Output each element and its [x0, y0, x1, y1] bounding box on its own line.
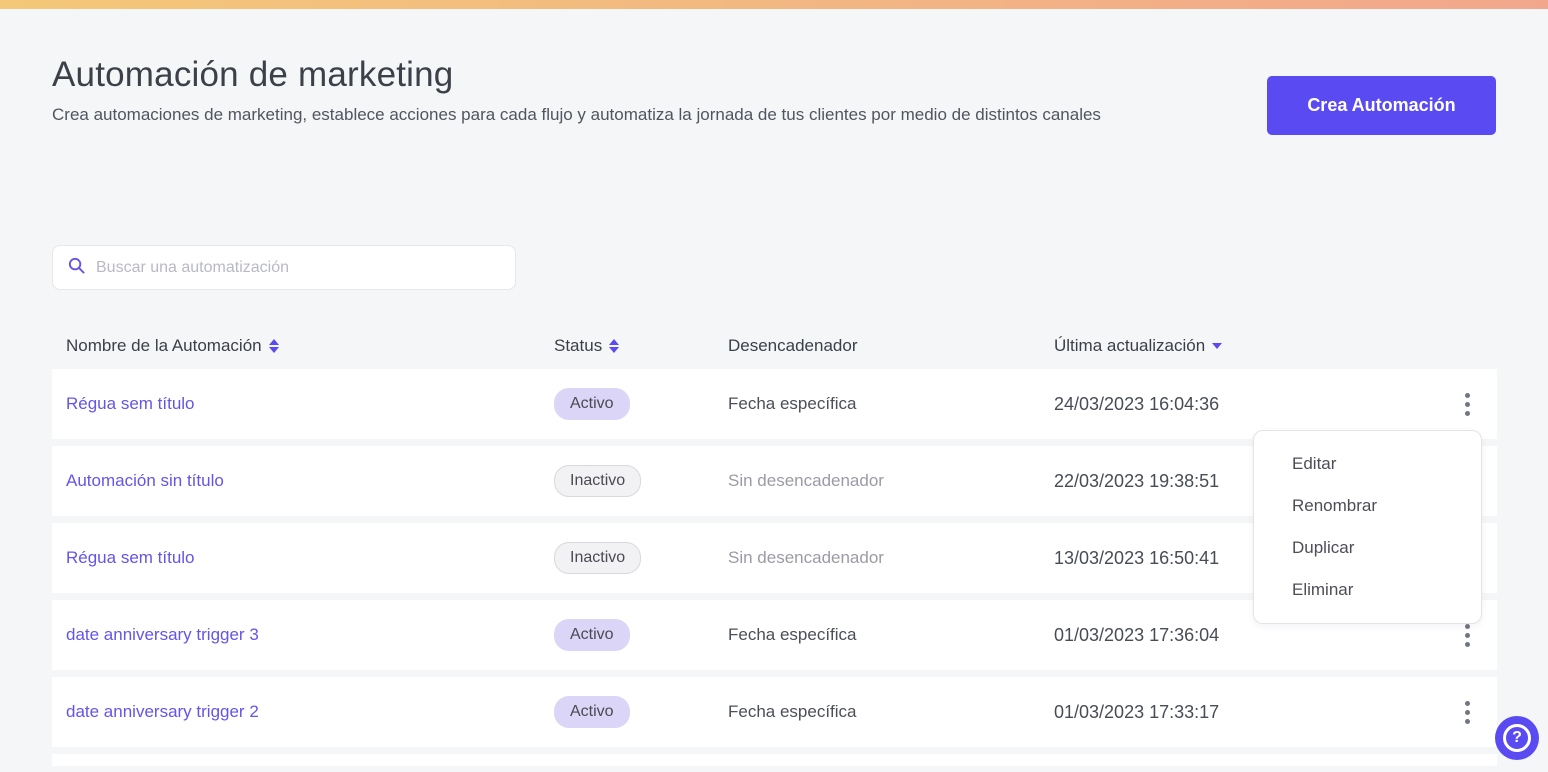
- marketing-automation-page: Automación de marketing Crea automacione…: [0, 0, 1548, 772]
- sort-both-icon: [609, 339, 620, 353]
- menu-item-rename[interactable]: Renombrar: [1254, 485, 1481, 527]
- table-row: Régua sem título Activo Fecha específica…: [52, 369, 1497, 439]
- menu-item-duplicate[interactable]: Duplicar: [1254, 527, 1481, 569]
- automation-name-link[interactable]: Régua sem título: [66, 548, 195, 567]
- question-mark-icon: ?: [1503, 724, 1531, 752]
- trigger-label: Sin desencadenador: [728, 548, 884, 567]
- automation-name-link[interactable]: Régua sem título: [66, 394, 195, 413]
- search-icon: [67, 256, 86, 280]
- column-header-status-label: Status: [554, 336, 603, 355]
- page-subtitle: Crea automaciones de marketing, establec…: [52, 105, 1101, 124]
- top-gradient-bar: [0, 0, 1548, 9]
- column-header-trigger[interactable]: Desencadenador: [728, 336, 1054, 356]
- kebab-menu-icon[interactable]: [1461, 697, 1474, 728]
- column-header-status[interactable]: Status: [554, 336, 728, 356]
- updated-timestamp: 22/03/2023 19:38:51: [1054, 470, 1220, 491]
- sort-desc-icon: [1212, 343, 1223, 349]
- trigger-label: Fecha específica: [728, 625, 857, 644]
- page-header: Automación de marketing Crea automacione…: [52, 55, 1496, 135]
- search-box[interactable]: [52, 245, 516, 290]
- automation-name-link[interactable]: date anniversary trigger 3: [66, 625, 259, 644]
- kebab-menu-icon[interactable]: [1461, 389, 1474, 420]
- search-input[interactable]: [96, 258, 501, 277]
- trigger-label: Sin desencadenador: [728, 471, 884, 490]
- column-header-name[interactable]: Nombre de la Automación: [52, 336, 554, 356]
- updated-timestamp: 01/03/2023 17:33:17: [1054, 701, 1220, 722]
- help-button[interactable]: ?: [1495, 716, 1539, 760]
- updated-timestamp: 13/03/2023 16:50:41: [1054, 547, 1220, 568]
- menu-item-edit[interactable]: Editar: [1254, 443, 1481, 485]
- table-header-row: Nombre de la Automación Status Desencade…: [52, 323, 1497, 369]
- kebab-menu-icon[interactable]: [1461, 620, 1474, 651]
- column-header-updated-label: Última actualización: [1054, 336, 1206, 355]
- updated-timestamp: 01/03/2023 17:36:04: [1054, 624, 1220, 645]
- status-badge: Activo: [554, 619, 630, 651]
- column-header-trigger-label: Desencadenador: [728, 336, 858, 355]
- status-badge: Inactivo: [554, 542, 642, 574]
- table-row-partial: [52, 754, 1497, 766]
- status-badge: Activo: [554, 388, 630, 420]
- column-header-updated[interactable]: Última actualización: [1054, 336, 1437, 356]
- create-automation-button[interactable]: Crea Automación: [1267, 76, 1496, 135]
- page-header-text: Automación de marketing Crea automacione…: [52, 55, 1101, 125]
- column-header-name-label: Nombre de la Automación: [66, 336, 262, 355]
- trigger-label: Fecha específica: [728, 702, 857, 721]
- row-context-menu: Editar Renombrar Duplicar Eliminar: [1253, 430, 1482, 624]
- menu-item-delete[interactable]: Eliminar: [1254, 569, 1481, 611]
- page-title: Automación de marketing: [52, 55, 454, 94]
- trigger-label: Fecha específica: [728, 394, 857, 413]
- status-badge: Inactivo: [554, 465, 642, 497]
- status-badge: Activo: [554, 696, 630, 728]
- automation-name-link[interactable]: Automación sin título: [66, 471, 224, 490]
- table-row: date anniversary trigger 2 Activo Fecha …: [52, 677, 1497, 747]
- updated-timestamp: 24/03/2023 16:04:36: [1054, 393, 1220, 414]
- sort-both-icon: [268, 339, 279, 353]
- automation-name-link[interactable]: date anniversary trigger 2: [66, 702, 259, 721]
